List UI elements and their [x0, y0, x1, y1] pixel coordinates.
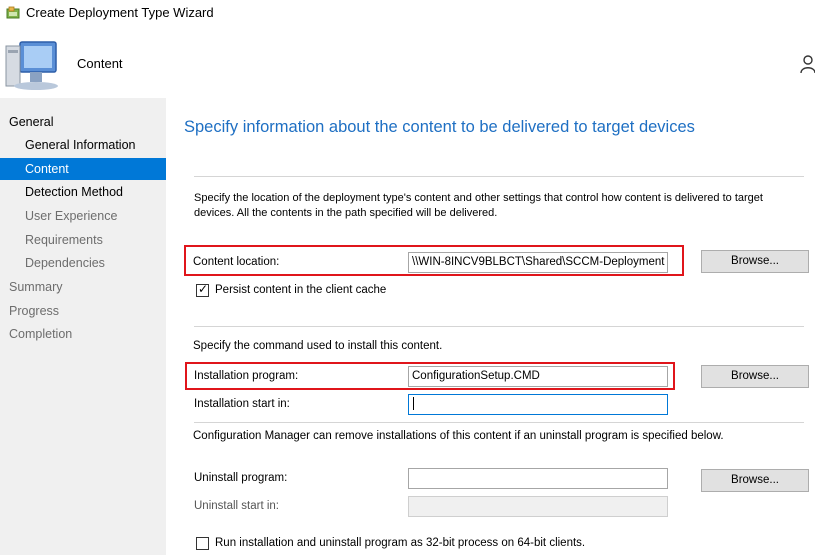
divider [194, 422, 804, 423]
wizard-main-panel: Specify information about the content to… [166, 98, 815, 555]
sidebar-item-requirements[interactable]: Requirements [0, 229, 166, 251]
uninstall-program-input[interactable] [408, 468, 668, 489]
command-intro-text: Specify the command used to install this… [193, 340, 443, 352]
user-icon[interactable] [800, 54, 815, 74]
uninstall-program-browse-button[interactable]: Browse... [701, 469, 809, 492]
sidebar-item-dependencies[interactable]: Dependencies [0, 252, 166, 274]
page-heading: Specify information about the content to… [184, 118, 695, 136]
persist-cache-checkbox[interactable]: ✓ [196, 282, 209, 297]
sidebar-item-general-information[interactable]: General Information [0, 134, 166, 156]
uninstall-start-in-input [408, 496, 668, 517]
sidebar-item-completion[interactable]: Completion [0, 323, 166, 345]
uninstall-start-in-label: Uninstall start in: [194, 500, 280, 512]
installation-start-in-input[interactable] [408, 394, 668, 415]
check-mark-icon: ✓ [198, 282, 209, 296]
uninstall-program-label: Uninstall program: [194, 472, 288, 484]
sidebar-item-user-experience[interactable]: User Experience [0, 205, 166, 227]
page-name: Content [77, 56, 123, 71]
highlight-box-content-location [184, 245, 684, 276]
highlight-box-installation-program [185, 362, 675, 390]
title-bar: Create Deployment Type Wizard [0, 0, 815, 26]
wizard-header: Content [0, 26, 815, 98]
uninstall-note-text: Configuration Manager can remove install… [193, 430, 724, 442]
content-description: Specify the location of the deployment t… [194, 192, 763, 219]
installation-start-in-label: Installation start in: [194, 398, 290, 410]
divider [194, 326, 804, 327]
content-location-browse-button[interactable]: Browse... [701, 250, 809, 273]
sidebar-item-detection-method[interactable]: Detection Method [0, 181, 166, 203]
sidebar-item-progress[interactable]: Progress [0, 300, 166, 322]
run-32bit-label: Run installation and uninstall program a… [215, 537, 586, 549]
sidebar-item-content[interactable]: Content [0, 158, 166, 180]
text-caret [413, 397, 414, 411]
run-32bit-checkbox[interactable] [196, 537, 209, 550]
wizard-app-icon [6, 6, 20, 19]
window-title: Create Deployment Type Wizard [26, 5, 214, 20]
divider [194, 176, 804, 177]
wizard-sidebar: General General Information Content Dete… [0, 98, 166, 555]
computer-icon [5, 41, 58, 90]
installation-program-browse-button[interactable]: Browse... [701, 365, 809, 388]
persist-cache-label: Persist content in the client cache [215, 284, 387, 296]
sidebar-item-general[interactable]: General [0, 111, 166, 133]
sidebar-item-summary[interactable]: Summary [0, 276, 166, 298]
